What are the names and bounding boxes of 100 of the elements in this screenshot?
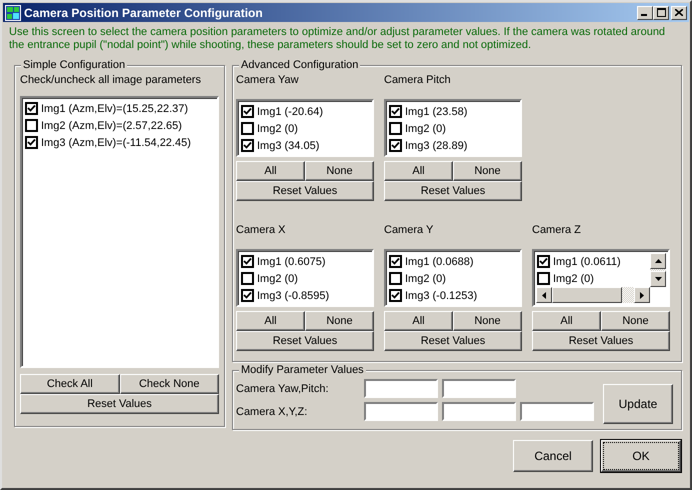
horizontal-scrollbar[interactable] <box>536 287 650 303</box>
select-button[interactable]: All <box>236 311 305 331</box>
scroll-up-button[interactable] <box>650 253 666 269</box>
item-label: Img1 (23.58) <box>405 106 468 118</box>
item-label: Img1 (0.0611) <box>553 256 621 268</box>
select-button[interactable]: None <box>453 161 522 181</box>
scroll-right-button[interactable] <box>634 287 650 303</box>
reset-button[interactable]: Reset Values <box>20 394 219 414</box>
check-button[interactable]: Check None <box>120 374 219 394</box>
scroll-track[interactable] <box>622 287 634 303</box>
list-item[interactable]: Img2 (0) <box>536 270 650 287</box>
vertical-scrollbar[interactable] <box>650 253 666 287</box>
item-label: Img3 (-0.8595) <box>257 290 330 302</box>
select-button[interactable]: All <box>384 311 453 331</box>
scroll-down-button[interactable] <box>650 271 666 287</box>
item-label: Img2 (Azm,Elv)=(2.57,22.65) <box>41 120 182 132</box>
cancel-button[interactable]: Cancel <box>513 440 593 472</box>
list-item[interactable]: Img3 (-0.1253) <box>388 287 518 303</box>
checkbox[interactable] <box>389 122 402 135</box>
input-field[interactable] <box>442 379 516 398</box>
list-item[interactable]: Img1 (0.0688) <box>388 253 518 270</box>
maximize-button[interactable] <box>653 6 669 20</box>
maximize-icon <box>656 8 666 17</box>
reset-button[interactable]: Reset Values <box>384 331 522 351</box>
reset-button[interactable]: Reset Values <box>532 331 670 351</box>
item-label: Img2 (0) <box>553 272 594 284</box>
list-item[interactable]: Img2 (0) <box>388 270 518 287</box>
item-label: Img1 (0.6075) <box>257 256 326 268</box>
field-label: Camera X,Y,Z: <box>236 406 308 418</box>
select-button[interactable]: None <box>601 311 670 331</box>
item-label: Img1 (-20.64) <box>257 106 324 118</box>
item-label: Img3 (Azm,Elv)=(-11.54,22.45) <box>41 136 191 148</box>
checkbox[interactable] <box>389 289 402 302</box>
checkbox[interactable] <box>389 139 402 152</box>
checkbox[interactable] <box>389 255 402 268</box>
select-button[interactable]: All <box>236 161 305 181</box>
checkbox[interactable] <box>389 105 402 118</box>
item-label: Img3 (28.89) <box>405 140 468 152</box>
list-item[interactable]: Img1 (23.58) <box>388 103 518 120</box>
input-field[interactable] <box>520 402 594 421</box>
item-label: Img1 (0.0688) <box>405 256 474 268</box>
window-title: Camera Position Parameter Configuration <box>24 6 264 20</box>
update-button[interactable]: Update <box>603 384 673 424</box>
list-item[interactable]: Img2 (Azm,Elv)=(2.57,22.65) <box>24 117 215 134</box>
close-button[interactable] <box>671 6 687 20</box>
field-label: Camera Yaw,Pitch: <box>236 382 330 394</box>
list-item[interactable]: Img3 (28.89) <box>388 137 518 153</box>
input-field[interactable] <box>364 379 438 398</box>
select-button[interactable]: None <box>453 311 522 331</box>
checkbox[interactable] <box>241 255 254 268</box>
parameter-label: Camera X <box>236 224 287 238</box>
list-item[interactable]: Img2 (0) <box>240 270 370 287</box>
item-label: Img3 (-0.1253) <box>405 290 478 302</box>
checkbox[interactable] <box>241 272 254 285</box>
right-arrow-icon <box>640 292 644 298</box>
up-arrow-icon <box>654 259 662 263</box>
list-item[interactable]: Img3 (Azm,Elv)=(-11.54,22.45) <box>24 134 215 151</box>
list-item[interactable]: Img1 (0.6075) <box>240 253 370 270</box>
input-field[interactable] <box>364 402 438 421</box>
reset-button[interactable]: Reset Values <box>236 181 374 201</box>
checkbox[interactable] <box>241 122 254 135</box>
input-field[interactable] <box>442 402 516 421</box>
item-label: Img1 (Azm,Elv)=(15.25,22.37) <box>41 102 188 114</box>
app-icon <box>5 4 21 20</box>
group-title: Simple Configuration <box>21 59 128 71</box>
reset-button[interactable]: Reset Values <box>384 181 522 201</box>
scroll-thumb[interactable] <box>552 287 622 303</box>
check-button[interactable]: Check All <box>20 374 120 394</box>
checkbox[interactable] <box>537 255 550 268</box>
checkbox[interactable] <box>537 272 550 285</box>
select-button[interactable]: All <box>532 311 601 331</box>
checkbox[interactable] <box>25 119 38 132</box>
list-item[interactable]: Img3 (34.05) <box>240 137 370 153</box>
list-item[interactable]: Img1 (-20.64) <box>240 103 370 120</box>
list-item[interactable]: Img2 (0) <box>388 120 518 137</box>
item-label: Img2 (0) <box>405 122 446 134</box>
list-item[interactable]: Img1 (0.0611) <box>536 253 650 270</box>
item-label: Img3 (34.05) <box>257 140 320 152</box>
list-item[interactable]: Img1 (Azm,Elv)=(15.25,22.37) <box>24 100 215 117</box>
checkbox[interactable] <box>241 105 254 118</box>
item-label: Img2 (0) <box>257 122 298 134</box>
checkbox[interactable] <box>25 136 38 149</box>
checkbox[interactable] <box>389 272 402 285</box>
select-button[interactable]: None <box>305 161 374 181</box>
parameter-label: Camera Y <box>384 224 434 238</box>
reset-button[interactable]: Reset Values <box>236 331 374 351</box>
checkbox[interactable] <box>241 139 254 152</box>
list-item[interactable]: Img2 (0) <box>240 120 370 137</box>
description-text: Use this screen to select the camera position parameters to optimize and/or adjust parameter values. If the camera was rotated around the entrance pupil ("nodal point") while shooting, these parameters should be set to zero and not optimized. <box>9 26 666 52</box>
parameter-label: Camera Yaw <box>236 74 300 88</box>
scroll-track[interactable] <box>650 269 666 271</box>
ok-button[interactable]: OK <box>601 440 681 472</box>
checkbox[interactable] <box>241 289 254 302</box>
group-title: Advanced Configuration <box>239 59 360 71</box>
scroll-left-button[interactable] <box>536 287 552 303</box>
list-item[interactable]: Img3 (-0.8595) <box>240 287 370 303</box>
checkbox[interactable] <box>25 102 38 115</box>
select-button[interactable]: All <box>384 161 453 181</box>
select-button[interactable]: None <box>305 311 374 331</box>
minimize-button[interactable] <box>637 6 653 20</box>
